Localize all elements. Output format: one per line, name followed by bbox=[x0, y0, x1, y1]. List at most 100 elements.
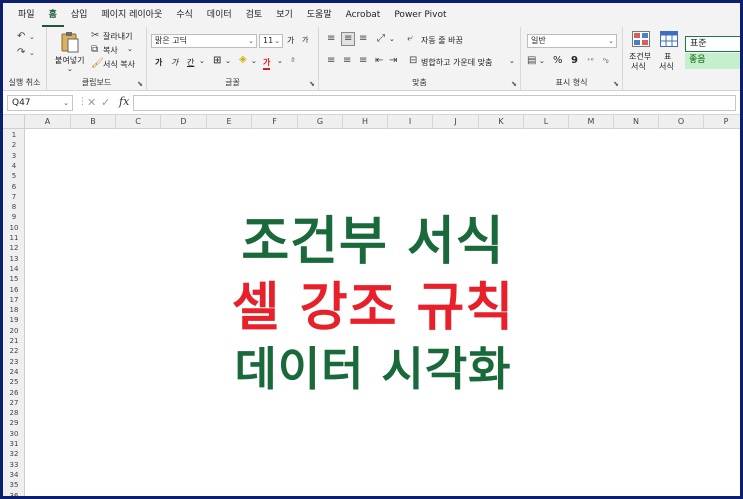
tab-3[interactable]: 페이지 레이아웃 bbox=[94, 3, 169, 27]
decrease-decimal-icon[interactable]: ⁰₀ bbox=[603, 55, 609, 67]
enter-icon[interactable]: ✓ bbox=[101, 96, 110, 109]
align-center-icon[interactable]: ≡ bbox=[343, 55, 351, 67]
row-header-30[interactable]: 30 bbox=[3, 429, 25, 439]
column-header-b[interactable]: B bbox=[71, 115, 116, 129]
cancel-icon[interactable]: ✕ bbox=[87, 96, 96, 109]
row-header-34[interactable]: 34 bbox=[3, 470, 25, 480]
tab-9[interactable]: Acrobat bbox=[339, 3, 388, 27]
select-all-button[interactable] bbox=[3, 115, 25, 129]
column-header-f[interactable]: F bbox=[252, 115, 298, 129]
comma-button[interactable]: 9 bbox=[571, 55, 578, 66]
orientation-icon[interactable]: ⤢ bbox=[377, 33, 385, 45]
font-size-select[interactable]: 11 ⌄ bbox=[259, 34, 283, 48]
redo-icon[interactable]: ↷ bbox=[17, 47, 25, 59]
shrink-font-button[interactable]: 가 bbox=[302, 35, 308, 45]
merge-center-icon[interactable]: ⊟ bbox=[409, 55, 417, 67]
chevron-down-icon[interactable]: ⌄ bbox=[539, 57, 545, 65]
align-top-icon[interactable]: ≡ bbox=[327, 33, 335, 45]
tab-1[interactable]: 홈 bbox=[41, 3, 64, 27]
row-header-16[interactable]: 16 bbox=[3, 285, 25, 295]
style-normal[interactable]: 표준 bbox=[685, 36, 740, 52]
column-header-m[interactable]: M bbox=[569, 115, 614, 129]
row-header-19[interactable]: 19 bbox=[3, 315, 25, 325]
column-header-h[interactable]: H bbox=[343, 115, 388, 129]
row-header-25[interactable]: 25 bbox=[3, 377, 25, 387]
row-header-5[interactable]: 5 bbox=[3, 171, 25, 181]
cut-button[interactable]: 잘라내기 bbox=[103, 31, 132, 42]
column-header-l[interactable]: L bbox=[524, 115, 569, 129]
tab-8[interactable]: 도움말 bbox=[300, 3, 339, 27]
align-left-icon[interactable]: ≡ bbox=[327, 55, 335, 67]
row-header-8[interactable]: 8 bbox=[3, 202, 25, 212]
italic-button[interactable]: 가 bbox=[171, 57, 178, 68]
chevron-down-icon[interactable]: ⌄ bbox=[127, 45, 133, 53]
fill-color-icon[interactable]: ◈ bbox=[239, 54, 247, 66]
tab-0[interactable]: 파일 bbox=[11, 3, 42, 27]
row-header-17[interactable]: 17 bbox=[3, 295, 25, 305]
row-header-13[interactable]: 13 bbox=[3, 254, 25, 264]
phonetic-icon[interactable]: ª bbox=[291, 55, 295, 67]
row-header-28[interactable]: 28 bbox=[3, 408, 25, 418]
chevron-down-icon[interactable]: ⌄ bbox=[389, 35, 395, 43]
row-header-23[interactable]: 23 bbox=[3, 357, 25, 367]
chevron-down-icon[interactable]: ⌄ bbox=[277, 57, 283, 65]
copy-icon[interactable]: ⧉ bbox=[91, 44, 98, 56]
row-header-29[interactable]: 29 bbox=[3, 418, 25, 428]
chevron-down-icon[interactable]: ⌄ bbox=[199, 57, 205, 65]
insert-function-button[interactable]: fx bbox=[119, 95, 129, 108]
font-name-select[interactable]: 맑은 고딕 ⌄ bbox=[151, 34, 257, 48]
column-header-d[interactable]: D bbox=[161, 115, 207, 129]
align-middle-icon[interactable]: ≡ bbox=[341, 32, 356, 46]
column-header-j[interactable]: J bbox=[433, 115, 479, 129]
row-header-24[interactable]: 24 bbox=[3, 367, 25, 377]
splitter-icon[interactable]: ⋮ bbox=[78, 97, 87, 107]
row-header-18[interactable]: 18 bbox=[3, 305, 25, 315]
chevron-down-icon[interactable]: ⌄ bbox=[29, 47, 35, 59]
row-header-2[interactable]: 2 bbox=[3, 140, 25, 150]
format-painter-icon[interactable]: 🖌 bbox=[91, 58, 104, 70]
row-header-11[interactable]: 11 bbox=[3, 233, 25, 243]
font-color-button[interactable]: 가 bbox=[263, 57, 271, 70]
dialog-launcher-icon[interactable]: ⬊ bbox=[309, 80, 315, 88]
row-header-21[interactable]: 21 bbox=[3, 336, 25, 346]
row-header-26[interactable]: 26 bbox=[3, 388, 25, 398]
increase-decimal-icon[interactable]: ⁺⁰ bbox=[587, 55, 594, 67]
row-header-22[interactable]: 22 bbox=[3, 346, 25, 356]
tab-6[interactable]: 검토 bbox=[239, 3, 270, 27]
tab-10[interactable]: Power Pivot bbox=[387, 3, 453, 27]
row-header-12[interactable]: 12 bbox=[3, 243, 25, 253]
column-header-n[interactable]: N bbox=[614, 115, 659, 129]
copy-button[interactable]: 복사 bbox=[103, 45, 118, 56]
currency-icon[interactable]: ▤ bbox=[527, 55, 536, 67]
conditional-formatting-button[interactable]: 조건부 서식 bbox=[627, 29, 655, 75]
row-header-27[interactable]: 27 bbox=[3, 398, 25, 408]
row-header-31[interactable]: 31 bbox=[3, 439, 25, 449]
name-box[interactable]: Q47 ⌄ bbox=[7, 95, 73, 111]
style-good[interactable]: 좋음 bbox=[685, 53, 740, 69]
column-header-g[interactable]: G bbox=[298, 115, 343, 129]
row-header-33[interactable]: 33 bbox=[3, 460, 25, 470]
paste-button[interactable]: 붙여넣기 ⌄ bbox=[53, 29, 87, 73]
increase-indent-icon[interactable]: ⇥ bbox=[389, 55, 397, 67]
merge-center-button[interactable]: 병합하고 가운데 맞춤 bbox=[421, 57, 492, 68]
row-header-3[interactable]: 3 bbox=[3, 151, 25, 161]
dialog-launcher-icon[interactable]: ⬊ bbox=[137, 80, 143, 88]
format-painter-button[interactable]: 서식 복사 bbox=[103, 59, 135, 70]
tab-5[interactable]: 데이터 bbox=[200, 3, 239, 27]
row-header-20[interactable]: 20 bbox=[3, 326, 25, 336]
row-header-32[interactable]: 32 bbox=[3, 449, 25, 459]
dialog-launcher-icon[interactable]: ⬊ bbox=[613, 80, 619, 88]
decrease-indent-icon[interactable]: ⇤ bbox=[375, 55, 383, 67]
column-header-k[interactable]: K bbox=[479, 115, 524, 129]
align-right-icon[interactable]: ≡ bbox=[359, 55, 367, 67]
number-format-select[interactable]: 일반 ⌄ bbox=[527, 34, 617, 48]
column-header-c[interactable]: C bbox=[116, 115, 161, 129]
row-header-35[interactable]: 35 bbox=[3, 480, 25, 490]
row-header-4[interactable]: 4 bbox=[3, 161, 25, 171]
row-header-14[interactable]: 14 bbox=[3, 264, 25, 274]
column-header-a[interactable]: A bbox=[25, 115, 71, 129]
row-header-10[interactable]: 10 bbox=[3, 223, 25, 233]
percent-button[interactable]: % bbox=[553, 55, 563, 66]
row-header-36[interactable]: 36 bbox=[3, 491, 25, 497]
row-header-9[interactable]: 9 bbox=[3, 212, 25, 222]
